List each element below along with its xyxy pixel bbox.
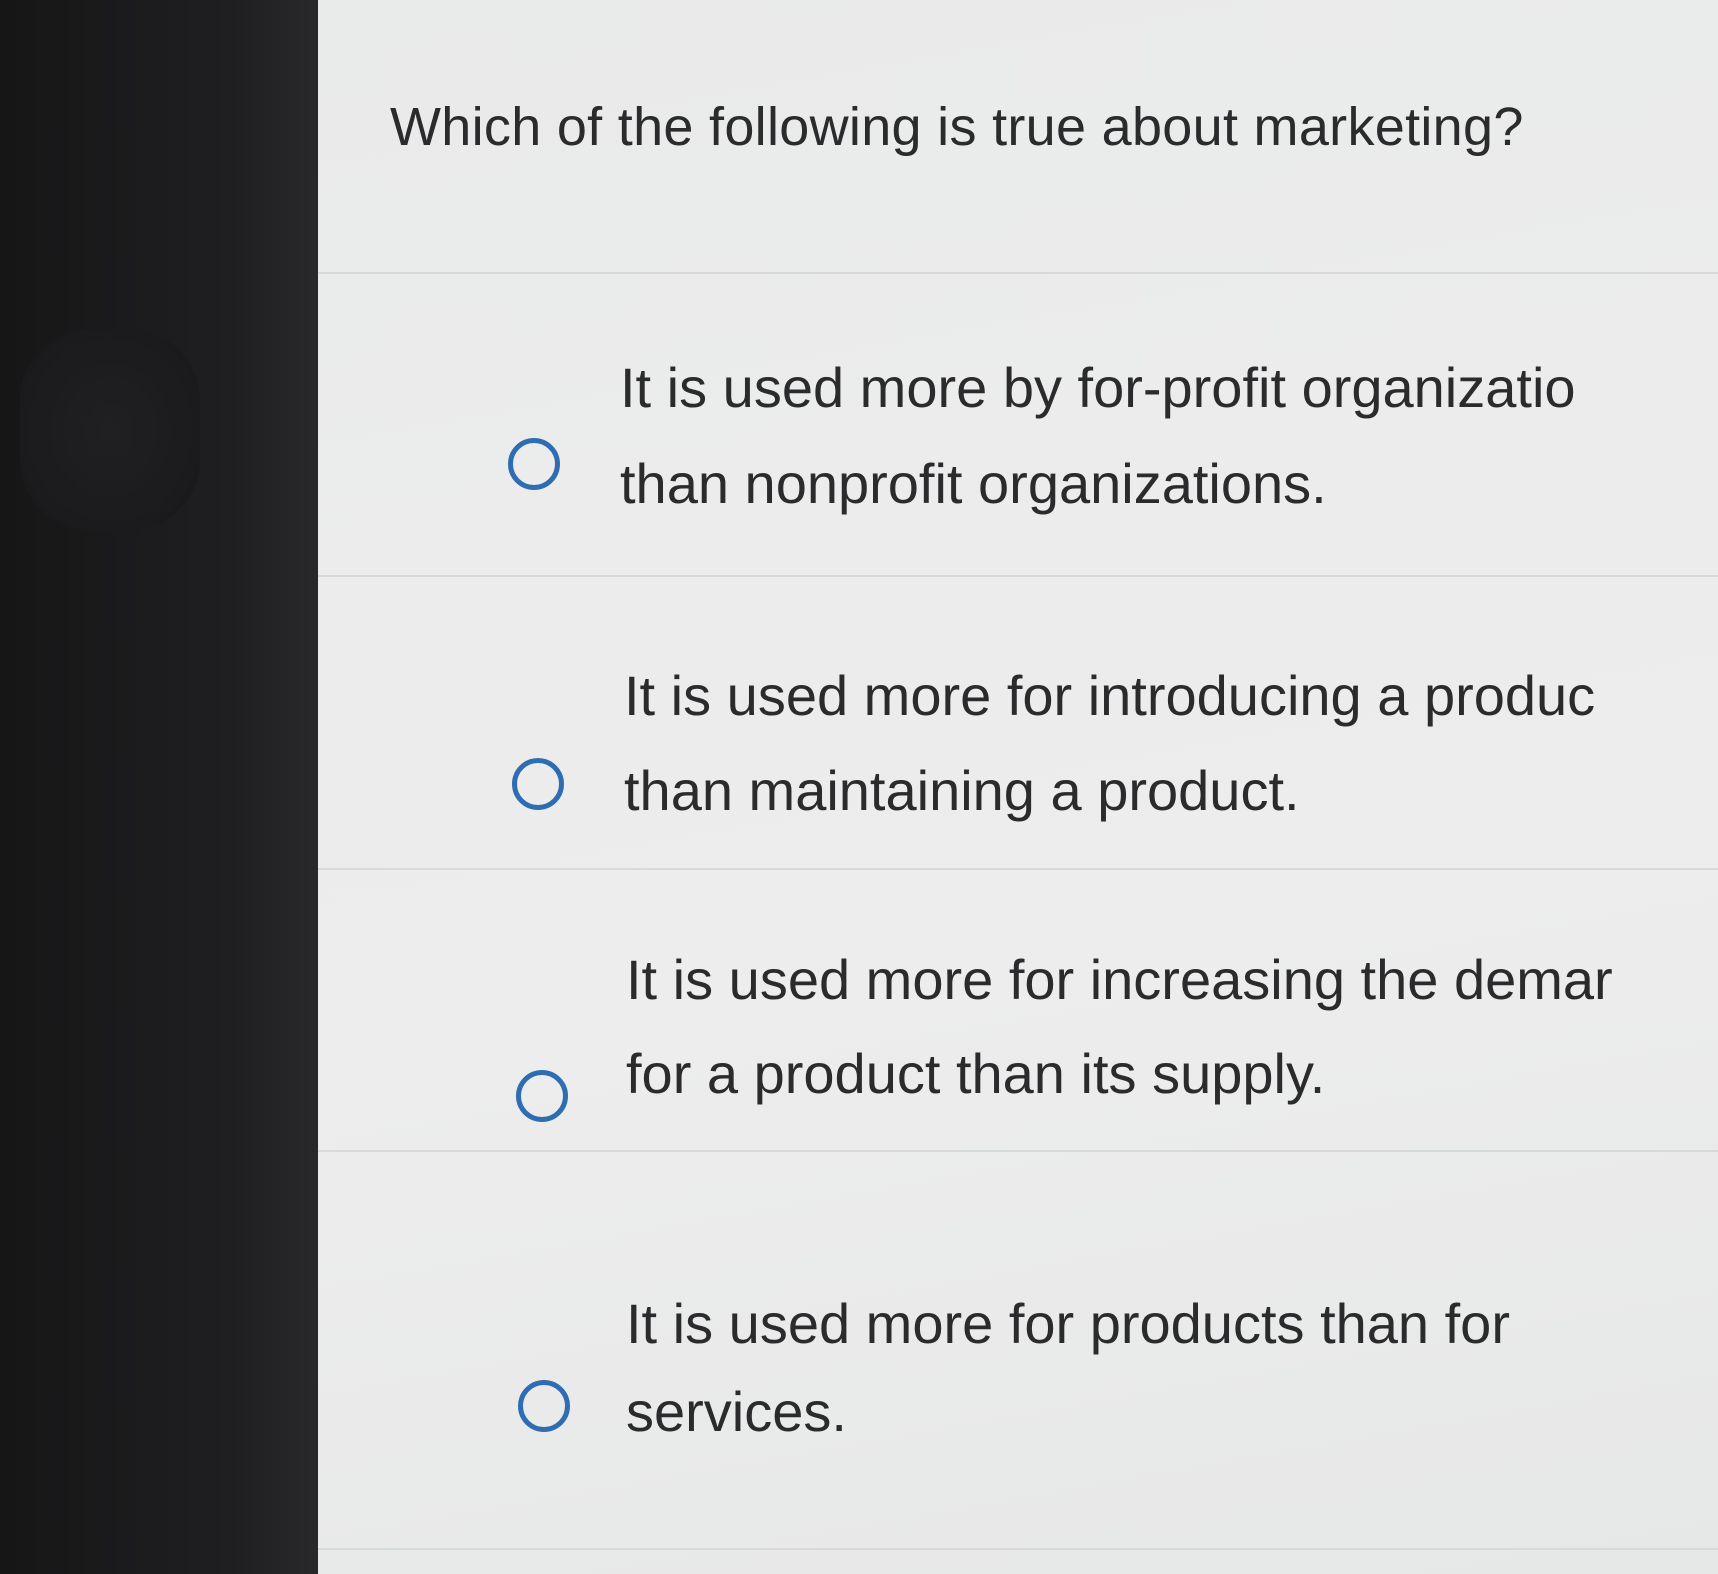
option-1-line-2: than nonprofit organizations. <box>620 452 1327 515</box>
divider <box>318 1150 1718 1152</box>
answer-option-1[interactable]: It is used more by for-profit organizati… <box>318 300 1718 600</box>
option-4-line-1: It is used more for products than for <box>626 1292 1510 1355</box>
divider <box>318 575 1718 577</box>
option-4-line-2: services. <box>626 1380 847 1443</box>
radio-button-icon[interactable] <box>516 1070 568 1122</box>
option-2-line-1: It is used more for introducing a produc <box>624 664 1596 727</box>
answer-option-3[interactable]: It is used more for increasing the demar… <box>318 900 1718 1200</box>
quiz-screen: Which of the following is true about mar… <box>318 0 1718 1574</box>
radio-button-icon[interactable] <box>508 438 560 490</box>
answer-option-4[interactable]: It is used more for products than for se… <box>318 1200 1718 1500</box>
option-3-line-1: It is used more for increasing the demar <box>626 948 1613 1011</box>
device-bezel <box>0 0 330 1574</box>
answer-option-2[interactable]: It is used more for introducing a produc… <box>318 600 1718 900</box>
camera-bump <box>20 330 200 530</box>
radio-button-icon[interactable] <box>518 1380 570 1432</box>
question-text: Which of the following is true about mar… <box>390 97 1524 157</box>
option-3-line-2: for a product than its supply. <box>626 1042 1326 1105</box>
option-2-line-2: than maintaining a product. <box>624 759 1300 822</box>
divider <box>318 272 1718 274</box>
divider <box>318 868 1718 870</box>
radio-button-icon[interactable] <box>512 758 564 810</box>
divider <box>318 1548 1718 1550</box>
option-1-line-1: It is used more by for-profit organizati… <box>620 356 1576 419</box>
